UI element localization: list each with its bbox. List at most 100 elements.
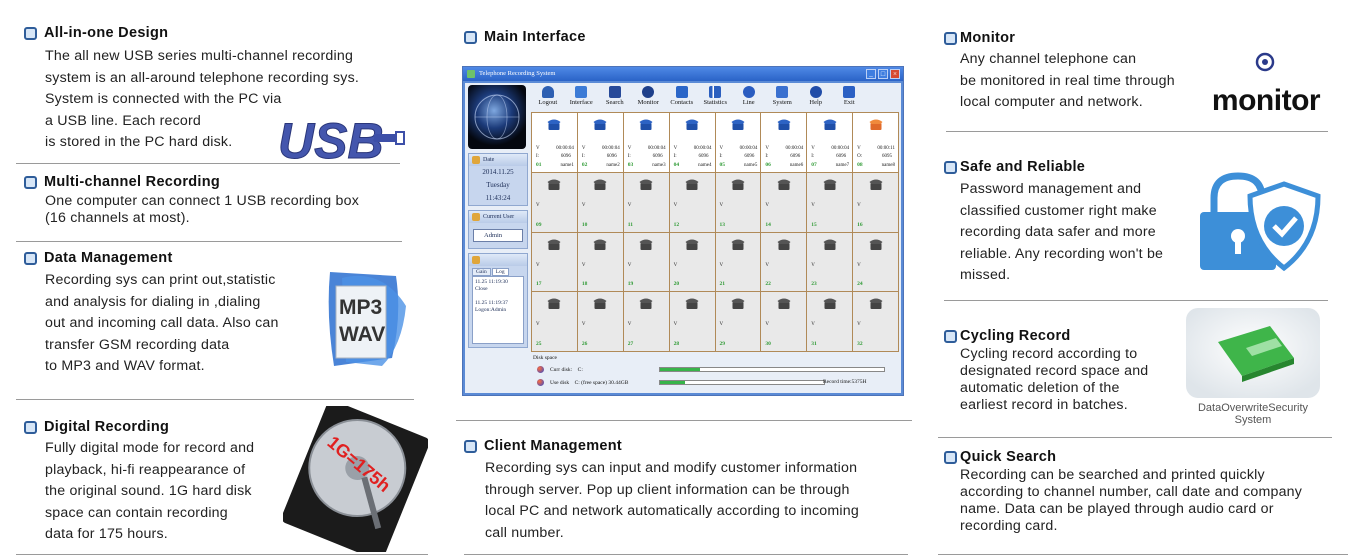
bullet-icon [24, 251, 37, 265]
channel-cell[interactable]: V 18 [577, 232, 623, 292]
channel-cell[interactable]: V 13 [715, 172, 761, 232]
channel-id: 03 [627, 161, 634, 168]
channel-cell[interactable]: V 29 [715, 292, 761, 351]
channel-cell[interactable]: V 23 [807, 232, 853, 292]
channel-cell[interactable]: V 19 [623, 232, 669, 292]
channel-cell[interactable]: V 22 [761, 232, 807, 292]
maximize-icon[interactable]: □ [878, 69, 888, 79]
channel-duration: 00:00:04 [693, 146, 712, 151]
help-icon [809, 86, 822, 98]
channel-id: 08 [857, 161, 863, 168]
channel-cell[interactable]: V 12 [669, 172, 715, 232]
search-icon [608, 86, 621, 98]
channel-cell[interactable]: V 25 [532, 292, 577, 351]
channel-duration: 00:00:04 [647, 146, 666, 151]
channel-direction: I: [765, 154, 769, 159]
toolbar: Logout Interface Search Monitor Contacts… [531, 85, 897, 111]
channel-id: 06 [765, 161, 771, 168]
channel-cell[interactable]: V 00:00:04 I: 6096 05 name5 [715, 113, 761, 172]
tab-gain[interactable]: Gain [472, 268, 491, 276]
channel-cell[interactable]: V 16 [853, 172, 898, 232]
channel-duration: 00:00:11 [877, 146, 895, 151]
phone-idle-icon [777, 179, 791, 190]
channel-state: V [719, 146, 724, 151]
channel-number: 6095 [882, 154, 892, 159]
toolbar-exit[interactable]: Exit [833, 85, 867, 111]
channel-cell[interactable]: V 00:00:04 I: 6096 07 name7 [807, 113, 853, 172]
minimize-icon[interactable]: _ [866, 69, 876, 79]
channel-cell[interactable]: V 21 [715, 232, 761, 292]
channel-cell[interactable]: V 00:00:04 I: 6096 04 name4 [669, 113, 715, 172]
channel-cell[interactable]: V 00:00:04 I: 6096 03 name3 [623, 113, 669, 172]
channel-cell[interactable]: V 20 [669, 232, 715, 292]
channel-cell[interactable]: V 00:00:11 O: 6095 08 name8 [853, 113, 898, 172]
channel-cell[interactable]: V 00:00:04 I: 6096 01 name1 [532, 113, 577, 172]
channel-cell[interactable]: V 00:00:04 I: 6096 06 name6 [761, 113, 807, 172]
section-digital-recording: Digital Recording Fully digital mode for… [24, 418, 254, 546]
channel-cell[interactable]: V 17 [532, 232, 577, 292]
channel-id: 14 [765, 221, 771, 228]
section-body: Password management and classified custo… [960, 181, 1164, 283]
channel-cell[interactable]: V 15 [807, 172, 853, 232]
record-time: Record time:5375H [823, 379, 867, 385]
phone-idle-icon [593, 179, 607, 190]
channel-number: 6096 [606, 154, 617, 159]
channel-cell[interactable]: V 00:00:04 I: 6096 02 name2 [577, 113, 623, 172]
section-title: Monitor [960, 30, 1016, 46]
toolbar-contacts[interactable]: Contacts [665, 85, 699, 111]
channel-cell[interactable]: V 10 [577, 172, 623, 232]
toolbar-logout[interactable]: Logout [531, 85, 565, 111]
channel-direction: I: [719, 154, 723, 159]
channel-cell[interactable]: V 09 [532, 172, 577, 232]
channel-cell[interactable]: V 31 [807, 292, 853, 351]
channel-cell[interactable]: V 28 [669, 292, 715, 351]
toolbar-statistics[interactable]: Statistics [699, 85, 733, 111]
toolbar-line[interactable]: Line [732, 85, 766, 111]
headphone-icon [642, 86, 655, 98]
section-body: Recording can be searched and printed qu… [960, 467, 1303, 534]
channel-cell[interactable]: V 27 [623, 292, 669, 351]
channel-number: 6096 [652, 154, 663, 159]
channel-state: V [811, 202, 815, 208]
channel-id: 30 [765, 341, 771, 347]
interface-icon [575, 86, 588, 98]
toolbar-search[interactable]: Search [598, 85, 632, 111]
log-list: 11.25 11:19:30 Close 11.25 11:19:37 Logo… [472, 276, 524, 344]
channel-duration: 00:00:04 [739, 146, 758, 151]
channel-cell[interactable]: V 26 [577, 292, 623, 351]
channel-state: V [581, 146, 586, 151]
channel-state: V [536, 202, 540, 208]
use-disk-fill [660, 381, 685, 384]
channel-id: 12 [673, 221, 680, 228]
channel-state: V [811, 146, 815, 151]
channel-state: V [857, 146, 861, 151]
divider [16, 163, 400, 164]
globe-icon [468, 85, 526, 149]
channel-cell[interactable]: V 32 [853, 292, 898, 351]
phone-idle-icon [823, 298, 837, 310]
section-title: Quick Search [960, 449, 1057, 465]
phone-idle-icon [639, 179, 653, 190]
channel-name: name1 [560, 162, 574, 168]
channel-cell[interactable]: V 14 [761, 172, 807, 232]
phone-idle-icon [639, 239, 653, 250]
channel-id: 31 [811, 341, 817, 347]
current-user-panel: Current User Admin [468, 210, 528, 249]
user-field[interactable]: Admin [473, 229, 523, 242]
toolbar-help[interactable]: Help [799, 85, 833, 111]
channel-name: name4 [698, 162, 712, 168]
toolbar-monitor[interactable]: Monitor [632, 85, 666, 111]
channel-id: 09 [536, 221, 542, 228]
channel-direction: I: [536, 154, 540, 159]
wav-label: WAV [339, 323, 385, 346]
phone-idle-icon [685, 298, 699, 310]
channel-state: V [765, 322, 769, 328]
channel-cell[interactable]: V 24 [853, 232, 898, 292]
toolbar-interface[interactable]: Interface [565, 85, 599, 111]
channel-cell[interactable]: V 11 [623, 172, 669, 232]
tab-log[interactable]: Log [491, 268, 509, 276]
close-icon[interactable]: × [890, 69, 900, 79]
toolbar-system[interactable]: System [766, 85, 800, 111]
channel-cell[interactable]: V 30 [761, 292, 807, 351]
section-safe-reliable: Safe and Reliable Password management an… [944, 158, 1163, 287]
